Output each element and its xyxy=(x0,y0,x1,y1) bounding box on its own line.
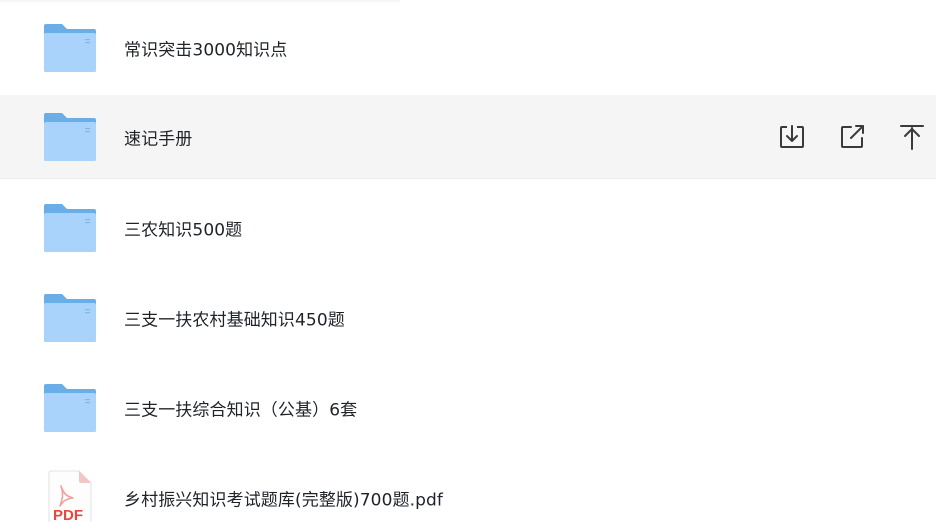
file-row[interactable]: PDF 乡村振兴知识考试题库(完整版)700题.pdf xyxy=(0,456,936,522)
file-name[interactable]: 乡村振兴知识考试题库(完整版)700题.pdf xyxy=(124,486,443,511)
file-name[interactable]: 三支一扶综合知识（公基）6套 xyxy=(124,396,357,421)
download-button[interactable] xyxy=(776,121,808,153)
pin-to-top-icon xyxy=(900,124,924,150)
share-button[interactable] xyxy=(836,121,868,153)
top-shadow xyxy=(0,0,400,4)
folder-icon xyxy=(42,111,98,163)
file-name[interactable]: 三支一扶农村基础知识450题 xyxy=(124,306,345,331)
row-actions xyxy=(776,121,936,153)
pin-to-top-button[interactable] xyxy=(896,121,928,153)
folder-icon xyxy=(42,382,98,434)
download-icon xyxy=(780,124,804,148)
file-name[interactable]: 常识突击3000知识点 xyxy=(124,36,287,61)
pdf-badge: PDF xyxy=(53,507,83,522)
file-row[interactable]: 三农知识500题 xyxy=(0,186,936,270)
file-row-hovered[interactable]: 速记手册 xyxy=(0,95,936,179)
pdf-file-icon: PDF xyxy=(46,470,94,522)
folder-icon xyxy=(42,292,98,344)
folder-icon xyxy=(42,202,98,254)
file-name[interactable]: 三农知识500题 xyxy=(124,216,242,241)
file-row[interactable]: 常识突击3000知识点 xyxy=(0,6,936,90)
file-row[interactable]: 三支一扶农村基础知识450题 xyxy=(0,276,936,360)
file-list: 常识突击3000知识点 速记手册 三农知识500题 三支一扶农村基础知识450题… xyxy=(0,0,936,522)
folder-icon xyxy=(42,22,98,74)
share-icon xyxy=(841,124,864,148)
file-row[interactable]: 三支一扶综合知识（公基）6套 xyxy=(0,366,936,450)
file-name[interactable]: 速记手册 xyxy=(124,124,192,149)
